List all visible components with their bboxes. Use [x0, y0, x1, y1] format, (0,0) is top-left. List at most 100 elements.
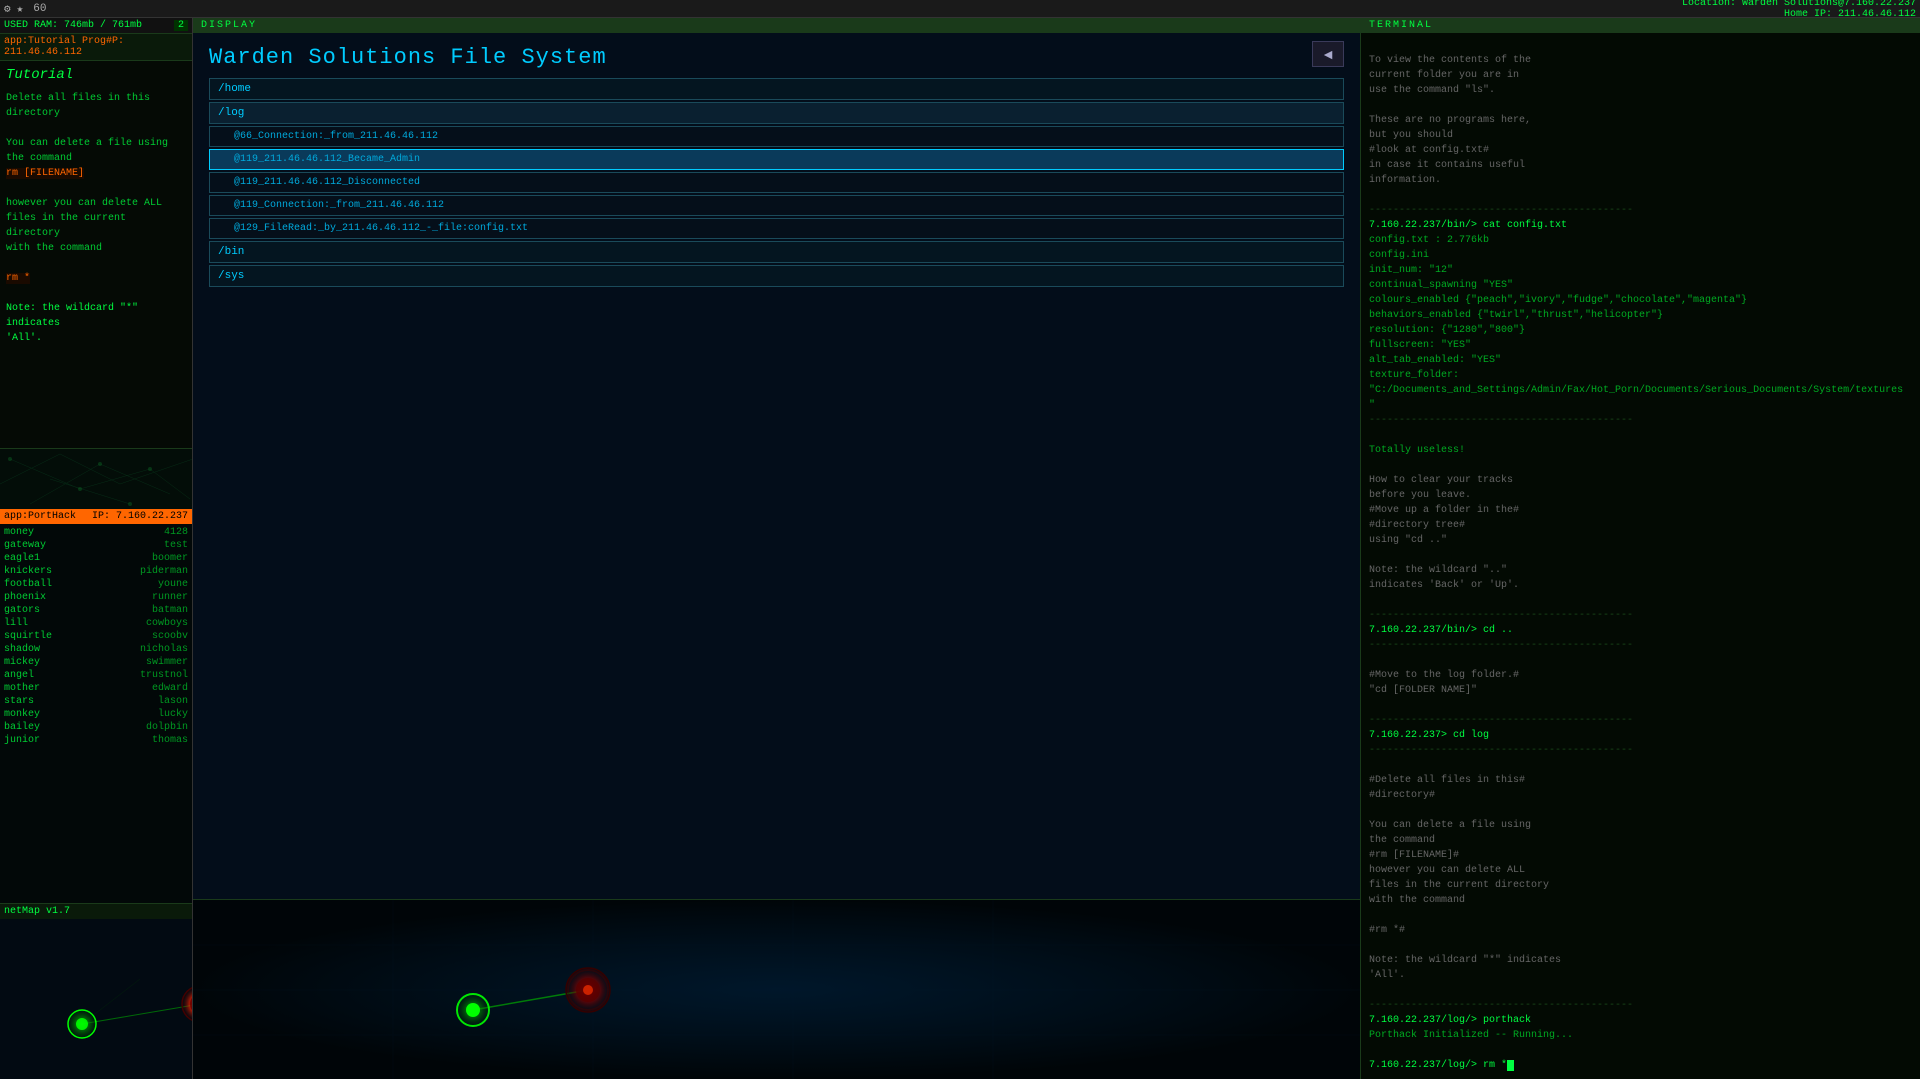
log-file-4-button[interactable]: @119_Connection:_from_211.46.46.112 — [209, 195, 1344, 216]
terminal-content[interactable]: #Navigate to the "bin" folder# (Binaries… — [1361, 33, 1920, 1079]
ram-count: 2 — [174, 20, 188, 31]
t-blank-4 — [1369, 188, 1912, 203]
display-label: DISPLAY — [201, 20, 257, 31]
folder-sys-button[interactable]: /sys — [209, 265, 1344, 287]
file-item-log: /log — [209, 102, 1344, 124]
t-line-29: however you can delete ALL — [1369, 863, 1912, 878]
t-line-15: How to clear your tracks — [1369, 473, 1912, 488]
t-line-9: use the command "ls". — [1369, 83, 1912, 98]
terminal-bar: TERMINAL — [1361, 18, 1920, 33]
t-line-16: before you leave. — [1369, 488, 1912, 503]
t-line-21: indicates 'Back' or 'Up'. — [1369, 578, 1912, 593]
tutorial-spacer — [6, 121, 186, 136]
folder-home-button[interactable]: /home — [209, 78, 1344, 100]
pwd-left-16: bailey — [2, 721, 96, 734]
folder-log-button[interactable]: /log — [209, 102, 1344, 124]
t-line-22: #Move to the log folder.# — [1369, 668, 1912, 683]
top-bar-right: Location: Warden Solutions@7.160.22.237 … — [1682, 0, 1916, 20]
netmap-label-bar: netMap v1.7 — [0, 903, 192, 919]
center-netmap — [193, 899, 1360, 1079]
tutorial-line: Delete all files in thisdirectory — [6, 91, 186, 121]
t-sep-6: ----------------------------------------… — [1369, 638, 1912, 653]
left-panel: USED RAM: 746mb / 761mb 2 app:Tutorial P… — [0, 18, 193, 1079]
log-file-5-button[interactable]: @129_FileRead:_by_211.46.46.112_-_file:c… — [209, 218, 1344, 239]
pwd-left-3: eagle1 — [2, 552, 96, 565]
t-out-12: " — [1369, 398, 1912, 413]
display-bar: DISPLAY — [193, 18, 1360, 33]
gear-icon[interactable]: ⚙ — [4, 2, 11, 16]
pwd-left-2: gateway — [2, 539, 96, 552]
t-blank-10 — [1369, 698, 1912, 713]
t-blank-2 — [1369, 38, 1912, 53]
pwd-left-11: mickey — [2, 656, 96, 669]
t-line-19: using "cd .." — [1369, 533, 1912, 548]
netmap-graphic — [0, 919, 192, 1079]
filesystem-title: Warden Solutions File System — [193, 33, 623, 78]
log-file-1-button[interactable]: @66_Connection:_from_211.46.46.112 — [209, 126, 1344, 147]
pwd-right-15: lucky — [96, 708, 190, 721]
t-out-8: fullscreen: "YES" — [1369, 338, 1912, 353]
t-blank-8 — [1369, 593, 1912, 608]
file-item-sys: /sys — [209, 265, 1344, 287]
top-bar: ⚙ ★ 60 Location: Warden Solutions@7.160.… — [0, 0, 1920, 18]
t-cmd-3: 7.160.22.237/bin/> cd .. — [1369, 623, 1912, 638]
pwd-right-14: lason — [96, 695, 190, 708]
back-button[interactable]: ◄ — [1312, 41, 1344, 67]
pwd-right-5: youne — [96, 578, 190, 591]
folder-bin-button[interactable]: /bin — [209, 241, 1344, 263]
top-bar-number: 60 — [33, 3, 46, 15]
tutorial-note: Note: the wildcard "*" indicates'All'. — [6, 301, 186, 346]
password-list: money4128 gatewaytest eagle1boomer knick… — [0, 524, 192, 903]
netmap-svg — [0, 919, 192, 1079]
pwd-right-11: swimmer — [96, 656, 190, 669]
t-sep-4: ----------------------------------------… — [1369, 413, 1912, 428]
tutorial-line: You can delete a file usingthe command — [6, 136, 186, 166]
t-out-4: continual_spawning "YES" — [1369, 278, 1912, 293]
port-app-label: app:PortHack — [4, 511, 76, 522]
t-out-5: colours_enabled {"peach","ivory","fudge"… — [1369, 293, 1912, 308]
pwd-left-4: knickers — [2, 565, 96, 578]
pwd-right-13: edward — [96, 682, 190, 695]
pwd-left-8: lill — [2, 617, 96, 630]
pwd-right-6: runner — [96, 591, 190, 604]
t-out-14: Porthack Initialized -- Running... — [1369, 1028, 1912, 1043]
t-sep-8: ----------------------------------------… — [1369, 743, 1912, 758]
t-out-10: texture_folder: — [1369, 368, 1912, 383]
log-file-3-button[interactable]: @119_211.46.46.112_Disconnected — [209, 172, 1344, 193]
pwd-left-6: phoenix — [2, 591, 96, 604]
t-out-3: init_num: "12" — [1369, 263, 1912, 278]
t-line-8: current folder you are in — [1369, 68, 1912, 83]
pwd-right-12: trustnol — [96, 669, 190, 682]
t-out-7: resolution: {"1280","800"} — [1369, 323, 1912, 338]
pwd-right-7: batman — [96, 604, 190, 617]
pwd-left-7: gators — [2, 604, 96, 617]
location-text: Location: Warden Solutions@7.160.22.237 — [1682, 0, 1916, 9]
pwd-left-13: mother — [2, 682, 96, 695]
pwd-left-14: stars — [2, 695, 96, 708]
t-blank-11 — [1369, 758, 1912, 773]
log-file-2-button[interactable]: @119_211.46.46.112_Became_Admin — [209, 149, 1344, 170]
t-line-20: Note: the wildcard ".." — [1369, 563, 1912, 578]
network-art-svg — [0, 449, 192, 509]
tutorial-panel: Tutorial Delete all files in thisdirecto… — [0, 61, 192, 449]
right-panel: TERMINAL #Navigate to the "bin" folder# … — [1360, 18, 1920, 1079]
star-icon[interactable]: ★ — [17, 2, 24, 16]
pwd-right-1: 4128 — [96, 526, 190, 539]
t-sep-9: ----------------------------------------… — [1369, 998, 1912, 1013]
tutorial-cmd: rm [FILENAME] — [6, 166, 186, 181]
pwd-left-12: angel — [2, 669, 96, 682]
t-line-7: To view the contents of the — [1369, 53, 1912, 68]
t-line-17: #Move up a folder in the# — [1369, 503, 1912, 518]
t-line-27: the command — [1369, 833, 1912, 848]
t-line-25: #directory# — [1369, 788, 1912, 803]
t-line-34: 'All'. — [1369, 968, 1912, 983]
ram-bar: USED RAM: 746mb / 761mb 2 — [0, 18, 192, 34]
t-sep-7: ----------------------------------------… — [1369, 713, 1912, 728]
pwd-right-17: thomas — [96, 734, 190, 747]
app-label: app:Tutorial Prog#P: 211.46.46.112 — [4, 36, 124, 58]
file-item-home: /home — [209, 78, 1344, 100]
pwd-left-5: football — [2, 578, 96, 591]
file-item-log1: @66_Connection:_from_211.46.46.112 — [209, 126, 1344, 147]
file-item-log5: @129_FileRead:_by_211.46.46.112_-_file:c… — [209, 218, 1344, 239]
file-item-log3: @119_211.46.46.112_Disconnected — [209, 172, 1344, 193]
